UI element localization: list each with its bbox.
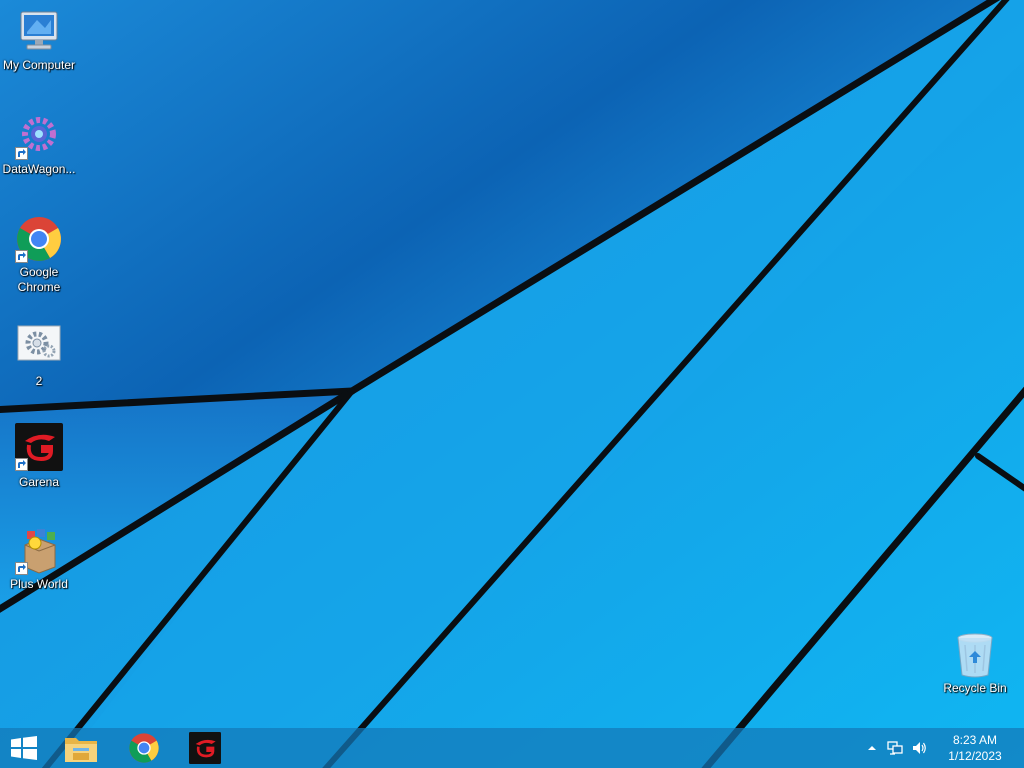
taskbar-garena[interactable] [179,728,231,768]
clock-time: 8:23 AM [952,733,998,747]
recycle-bin-icon [957,633,993,678]
file-explorer-icon [65,738,97,762]
desktop-icon-2[interactable]: 2 [1,320,77,389]
desktop-icon-label: Plus World [10,577,68,591]
garena-icon [189,732,221,764]
desktop-icon-label: 2 [35,374,43,388]
show-hidden-icons-button[interactable] [864,728,880,768]
taskbar-clock[interactable]: 8:23 AM 1/12/2023 [940,732,1010,764]
taskbar-chrome[interactable] [118,728,170,768]
desktop-icon-label: My Computer [2,58,76,72]
desktop-icon-google-chrome[interactable]: Google Chrome [1,215,77,295]
desktop-icon-datawagon[interactable]: DataWagon... [1,112,77,177]
desktop-icon-garena[interactable]: Garena [1,423,77,490]
shortcut-arrow-icon [15,562,28,575]
desktop-icon-label: DataWagon... [2,162,76,176]
network-icon [887,741,903,755]
clock-date: 1/12/2023 [948,749,1002,763]
taskbar-file-explorer[interactable] [55,728,107,768]
desktop-icon-recycle-bin[interactable]: Recycle Bin [937,631,1013,696]
chevron-up-icon [868,746,876,750]
shortcut-arrow-icon [15,250,28,263]
desktop-wallpaper [0,0,1024,768]
taskbar: 8:23 AM 1/12/2023 [0,728,1024,768]
network-tray-button[interactable] [884,728,906,768]
shortcut-arrow-icon [15,458,28,471]
system-tray: 8:23 AM 1/12/2023 [864,728,1024,768]
chrome-icon [129,733,159,763]
start-button[interactable] [0,728,48,768]
desktop-icon-plus-world[interactable]: Plus World [1,527,77,592]
windows-start-icon [11,736,37,760]
desktop-icon-label: Google Chrome [17,265,61,294]
volume-icon [913,742,926,754]
computer-icon [20,11,58,50]
volume-tray-button[interactable] [908,728,930,768]
desktop-icon-label: Recycle Bin [943,681,1007,695]
desktop-icon-label: Garena [18,475,60,489]
shortcut-arrow-icon [15,147,28,160]
settings-file-icon [17,325,61,361]
desktop-icon-my-computer[interactable]: My Computer [1,8,77,73]
